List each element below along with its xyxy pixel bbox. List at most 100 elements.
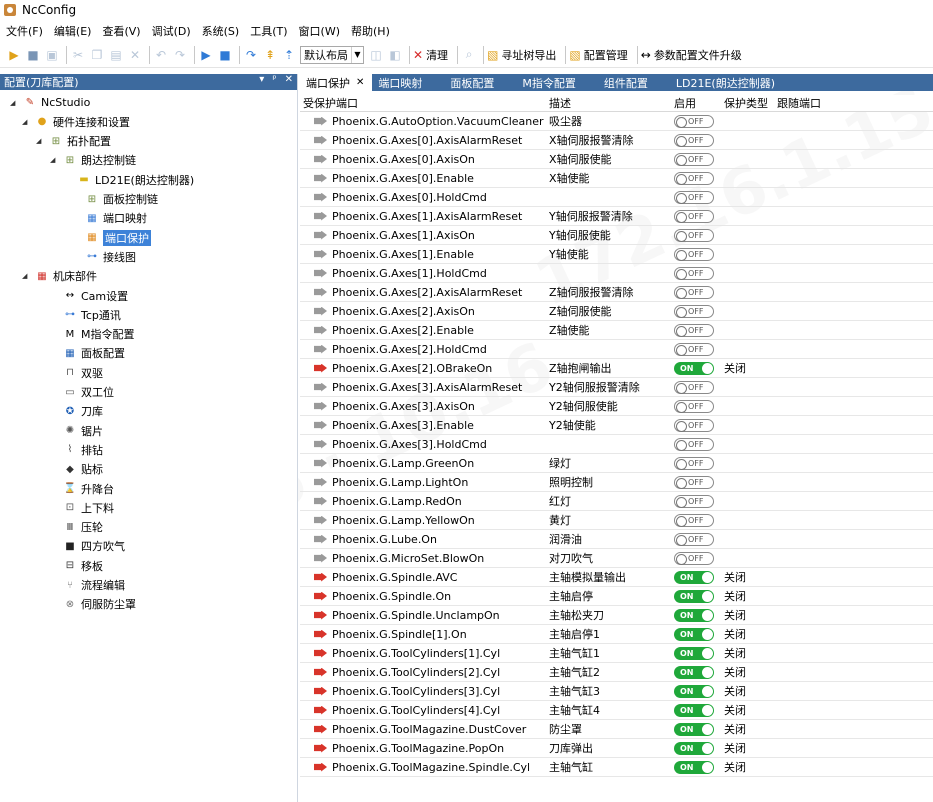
tree-expander-icon[interactable]: ◢ (10, 99, 20, 107)
cut-icon[interactable]: ✂ (70, 47, 86, 63)
enable-toggle[interactable]: OFF (674, 191, 714, 204)
menu-help[interactable]: 帮助(H) (351, 23, 390, 39)
menu-debug[interactable]: 调试(D) (152, 23, 191, 39)
tree-item[interactable]: ▦ 端口映射 (72, 209, 147, 228)
tree-item[interactable]: ▦ 面板配置 (50, 344, 125, 363)
tree-item[interactable]: M M指令配置 (50, 325, 135, 344)
protection-type-cell[interactable]: 关闭 (721, 569, 774, 585)
menu-system[interactable]: 系统(S) (202, 23, 240, 39)
enable-toggle[interactable]: OFF (674, 552, 714, 565)
enable-toggle[interactable]: ON (674, 685, 714, 698)
pin-icon[interactable]: ⇞ (262, 47, 278, 63)
tree-item[interactable]: ✺ 锯片 (50, 421, 103, 440)
table-row[interactable]: Phoenix.G.Axes[3].AxisOn Y2轴伺服使能 OFF (300, 397, 933, 416)
menu-tools[interactable]: 工具(T) (250, 23, 287, 39)
enable-toggle[interactable]: OFF (674, 495, 714, 508)
redo-icon[interactable]: ↷ (172, 47, 188, 63)
enable-toggle[interactable]: OFF (674, 381, 714, 394)
enable-toggle[interactable]: OFF (674, 248, 714, 261)
menu-view[interactable]: 查看(V) (102, 23, 140, 39)
enable-toggle[interactable]: OFF (674, 134, 714, 147)
tree-item[interactable]: ⊗ 伺服防尘罩 (50, 595, 136, 614)
column-header-follow-port[interactable]: 跟随端口 (774, 95, 933, 111)
enable-toggle[interactable]: ON (674, 723, 714, 736)
enable-toggle[interactable]: OFF (674, 153, 714, 166)
tree-item[interactable]: ⌛ 升降台 (50, 479, 114, 498)
delete-icon[interactable]: ✕ (127, 47, 143, 63)
enable-toggle[interactable]: OFF (674, 305, 714, 318)
table-row[interactable]: Phoenix.G.Axes[2].HoldCmd OFF (300, 340, 933, 359)
table-row[interactable]: Phoenix.G.Axes[3].AxisAlarmReset Y2轴伺服报警清… (300, 378, 933, 397)
table-row[interactable]: Phoenix.G.Spindle[1].On 主轴启停1 ON 关闭 (300, 625, 933, 644)
config-manage-button[interactable]: ▧ 配置管理 (569, 47, 627, 63)
tree-item[interactable]: ▬ LD21E(朗达控制器) (64, 170, 194, 189)
enable-toggle[interactable]: OFF (674, 324, 714, 337)
tab-port-protection[interactable]: 端口保护 ✕ (300, 74, 373, 91)
protection-type-cell[interactable]: 关闭 (721, 626, 774, 642)
clear-button[interactable]: ✕ 清理 (413, 47, 448, 63)
tree-item[interactable]: ⌇ 排钻 (50, 440, 103, 459)
enable-toggle[interactable]: OFF (674, 400, 714, 413)
export-tree-button[interactable]: ▧ 寻址树导出 (487, 47, 556, 63)
tree-item[interactable]: ⊟ 移板 (50, 556, 103, 575)
enable-toggle[interactable]: OFF (674, 533, 714, 546)
table-row[interactable]: Phoenix.G.Axes[1].Enable Y轴使能 OFF (300, 245, 933, 264)
tree-item[interactable]: ◢ ⊞ 拓扑配置 (36, 132, 111, 151)
save-all-icon[interactable]: ▣ (44, 47, 60, 63)
enable-toggle[interactable]: OFF (674, 286, 714, 299)
enable-toggle[interactable]: OFF (674, 115, 714, 128)
table-row[interactable]: Phoenix.G.Axes[0].AxisAlarmReset X轴伺服报警清除… (300, 131, 933, 150)
table-row[interactable]: Phoenix.G.ToolMagazine.DustCover 防尘罩 ON 关闭 (300, 720, 933, 739)
protection-type-cell[interactable]: 关闭 (721, 645, 774, 661)
enable-toggle[interactable]: ON (674, 571, 714, 584)
table-row[interactable]: Phoenix.G.Axes[0].Enable X轴使能 OFF (300, 169, 933, 188)
enable-toggle[interactable]: ON (674, 704, 714, 717)
table-row[interactable]: Phoenix.G.Axes[3].Enable Y2轴使能 OFF (300, 416, 933, 435)
tree-item[interactable]: ◢ ▦ 机床部件 (22, 267, 97, 286)
table-row[interactable]: Phoenix.G.Axes[1].AxisAlarmReset Y轴伺服报警清除… (300, 207, 933, 226)
tree-item[interactable]: ▦ 端口保护 (72, 228, 151, 247)
enable-toggle[interactable]: OFF (674, 172, 714, 185)
enable-toggle[interactable]: ON (674, 628, 714, 641)
menu-window[interactable]: 窗口(W) (299, 23, 340, 39)
table-row[interactable]: Phoenix.G.Lamp.GreenOn 绿灯 OFF (300, 454, 933, 473)
table-row[interactable]: Phoenix.G.ToolCylinders[2].Cyl 主轴气缸2 ON 关闭 (300, 663, 933, 682)
tree-item[interactable]: ⊶ Tcp通讯 (50, 305, 121, 324)
protection-type-cell[interactable]: 关闭 (721, 740, 774, 756)
enable-toggle[interactable]: OFF (674, 210, 714, 223)
enable-toggle[interactable]: OFF (674, 514, 714, 527)
enable-toggle[interactable]: OFF (674, 419, 714, 432)
tree-item[interactable]: ↔ Cam设置 (50, 286, 128, 305)
enable-toggle[interactable]: ON (674, 666, 714, 679)
save-icon[interactable]: ■ (25, 47, 41, 63)
enable-toggle[interactable]: ON (674, 609, 714, 622)
upgrade-config-button[interactable]: ↔ 参数配置文件升级 (641, 47, 742, 63)
table-row[interactable]: Phoenix.G.Axes[1].AxisOn Y轴伺服使能 OFF (300, 226, 933, 245)
enable-toggle[interactable]: OFF (674, 267, 714, 280)
tree-expander-icon[interactable]: ◢ (22, 272, 32, 280)
table-row[interactable]: Phoenix.G.Axes[1].HoldCmd OFF (300, 264, 933, 283)
protection-type-cell[interactable]: 关闭 (721, 360, 774, 376)
tree-item[interactable]: ◢ ✎ NcStudio (10, 93, 90, 112)
panel-menu-icon[interactable]: ▾ (259, 74, 264, 85)
table-row[interactable]: Phoenix.G.MicroSet.BlowOn 对刀吹气 OFF (300, 549, 933, 568)
tree-item[interactable]: ✪ 刀库 (50, 402, 103, 421)
table-row[interactable]: Phoenix.G.ToolCylinders[4].Cyl 主轴气缸4 ON 关闭 (300, 701, 933, 720)
tree-item[interactable]: Ⅲ 压轮 (50, 518, 103, 537)
protection-type-cell[interactable]: 关闭 (721, 664, 774, 680)
protection-type-cell[interactable]: 关闭 (721, 607, 774, 623)
table-row[interactable]: Phoenix.G.Axes[2].OBrakeOn Z轴抱闸输出 ON 关闭 (300, 359, 933, 378)
enable-toggle[interactable]: ON (674, 647, 714, 660)
tree-expander-icon[interactable]: ◢ (50, 156, 60, 164)
tree-item[interactable]: ⊞ 面板控制链 (72, 190, 158, 209)
protection-type-cell[interactable]: 关闭 (721, 759, 774, 775)
enable-toggle[interactable]: OFF (674, 438, 714, 451)
tree-item[interactable]: ⊶ 接线图 (72, 247, 136, 266)
table-row[interactable]: Phoenix.G.AutoOption.VacuumCleaner 吸尘器 OFF (300, 112, 933, 131)
run-icon[interactable]: ▶ (198, 47, 214, 63)
enable-toggle[interactable]: OFF (674, 343, 714, 356)
table-row[interactable]: Phoenix.G.Axes[3].HoldCmd OFF (300, 435, 933, 454)
panel-close-icon[interactable]: ✕ (285, 74, 293, 85)
step-icon[interactable]: ↷ (243, 47, 259, 63)
table-row[interactable]: Phoenix.G.Axes[0].AxisOn X轴伺服使能 OFF (300, 150, 933, 169)
